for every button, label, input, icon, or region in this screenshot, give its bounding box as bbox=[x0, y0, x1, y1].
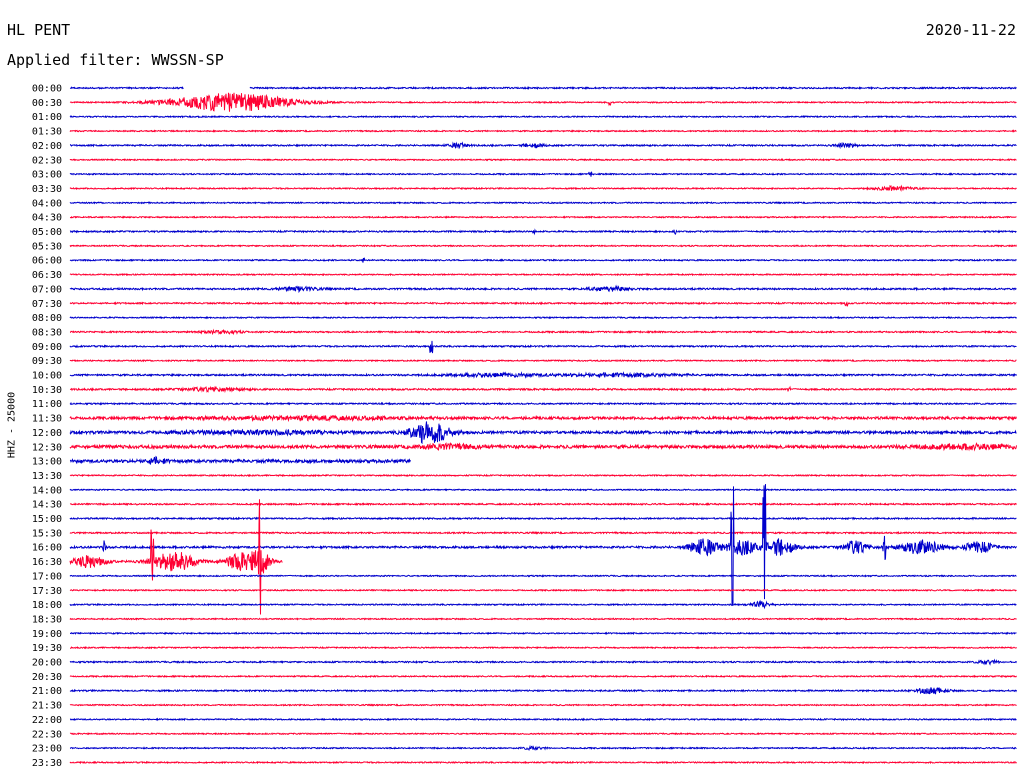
row-time-label: 04:00 bbox=[32, 198, 62, 209]
trace-line bbox=[69, 455, 411, 465]
row-time-label: 07:30 bbox=[32, 299, 62, 310]
trace-line bbox=[69, 687, 1017, 695]
trace-line bbox=[69, 484, 1017, 607]
row-time-label: 15:00 bbox=[32, 514, 62, 525]
trace-line bbox=[69, 473, 1017, 478]
trace-line bbox=[69, 228, 1017, 236]
row-time-label: 05:00 bbox=[32, 227, 62, 238]
trace-line bbox=[69, 617, 1017, 621]
row-time-label: 10:30 bbox=[32, 385, 62, 396]
trace-line bbox=[69, 358, 1017, 363]
trace-line bbox=[69, 760, 1017, 765]
row-time-label: 07:00 bbox=[32, 284, 62, 295]
trace-line bbox=[69, 413, 1017, 423]
trace-line bbox=[69, 516, 1017, 521]
trace-line bbox=[69, 129, 1017, 133]
seismogram-plot: 00:00 00:30 01:00 01:30 02:00 02:30 03:00 03:30… bbox=[32, 84, 1017, 769]
trace-line bbox=[69, 441, 1017, 452]
row-time-label: 00:00 bbox=[32, 84, 62, 95]
trace-line bbox=[69, 114, 1017, 119]
row-time-label: 12:00 bbox=[32, 428, 62, 439]
trace-line bbox=[69, 401, 1017, 406]
row-time-label: 15:30 bbox=[32, 528, 62, 539]
trace-line bbox=[69, 141, 1017, 150]
trace-line bbox=[69, 744, 1017, 752]
row-time-label: 03:00 bbox=[32, 170, 62, 181]
row-time-label: 04:30 bbox=[32, 213, 62, 224]
trace-line bbox=[69, 703, 1017, 707]
row-time-label: 13:30 bbox=[32, 471, 62, 482]
row-time-label: 18:30 bbox=[32, 614, 62, 625]
row-time-label: 10:00 bbox=[32, 371, 62, 382]
trace-line bbox=[69, 717, 1017, 722]
trace-line bbox=[69, 244, 1017, 248]
trace-line bbox=[69, 385, 1017, 394]
trace-line bbox=[69, 499, 283, 615]
trace-line bbox=[69, 599, 1017, 610]
trace-line bbox=[69, 200, 1017, 205]
row-time-label: 11:30 bbox=[32, 414, 62, 425]
row-time-label: 08:30 bbox=[32, 327, 62, 338]
trace-line bbox=[69, 328, 1017, 336]
trace-line bbox=[69, 674, 1017, 679]
trace-line bbox=[69, 421, 1017, 445]
trace-line bbox=[69, 257, 1017, 263]
row-time-label: 09:00 bbox=[32, 342, 62, 353]
trace-line bbox=[69, 530, 1017, 535]
row-time-label: 20:00 bbox=[32, 658, 62, 669]
row-time-label: 02:30 bbox=[32, 155, 62, 166]
row-time-label: 17:00 bbox=[32, 571, 62, 582]
trace-line bbox=[69, 315, 1017, 320]
row-time-label: 21:30 bbox=[32, 701, 62, 712]
trace-line bbox=[70, 645, 1017, 650]
row-time-label: 13:00 bbox=[32, 457, 62, 468]
trace-line bbox=[69, 215, 1017, 219]
trace-line bbox=[69, 284, 1017, 294]
trace-line bbox=[69, 171, 1017, 177]
row-time-label: 20:30 bbox=[32, 672, 62, 683]
row-time-label: 08:00 bbox=[32, 313, 62, 324]
row-time-label: 22:30 bbox=[32, 729, 62, 740]
row-time-label: 09:30 bbox=[32, 356, 62, 367]
row-time-label: 02:00 bbox=[32, 141, 62, 152]
trace-line bbox=[69, 658, 1017, 666]
trace-line bbox=[69, 731, 1017, 736]
row-time-label: 11:00 bbox=[32, 399, 62, 410]
row-time-label: 01:30 bbox=[32, 127, 62, 138]
trace-line bbox=[69, 588, 1017, 593]
row-time-label: 22:00 bbox=[32, 715, 62, 726]
trace-line bbox=[69, 371, 1017, 379]
row-time-label: 12:30 bbox=[32, 442, 62, 453]
row-time-label: 23:30 bbox=[32, 758, 62, 769]
trace-line bbox=[69, 487, 1017, 492]
trace-line bbox=[69, 85, 1017, 91]
row-time-label: 14:30 bbox=[32, 500, 62, 511]
row-time-label: 23:00 bbox=[32, 744, 62, 755]
trace-line bbox=[69, 574, 1017, 578]
row-time-label: 19:30 bbox=[32, 643, 62, 654]
trace-line bbox=[69, 92, 1017, 112]
row-time-label: 00:30 bbox=[32, 98, 62, 109]
row-time-label: 17:30 bbox=[32, 586, 62, 597]
trace-line bbox=[69, 157, 1017, 162]
row-time-label: 16:30 bbox=[32, 557, 62, 568]
row-time-label: 21:00 bbox=[32, 686, 62, 697]
trace-line bbox=[69, 184, 1017, 192]
row-time-label: 06:30 bbox=[32, 270, 62, 281]
row-time-label: 03:30 bbox=[32, 184, 62, 195]
trace-line bbox=[69, 502, 1017, 507]
row-time-label: 14:00 bbox=[32, 485, 62, 496]
row-time-label: 18:00 bbox=[32, 600, 62, 611]
row-time-label: 01:00 bbox=[32, 112, 62, 123]
row-time-label: 16:00 bbox=[32, 543, 62, 554]
trace-line bbox=[70, 631, 1017, 636]
trace-line bbox=[69, 301, 1017, 307]
row-time-label: 06:00 bbox=[32, 256, 62, 267]
trace-line bbox=[69, 340, 1017, 354]
row-time-label: 05:30 bbox=[32, 241, 62, 252]
trace-line bbox=[69, 272, 1017, 277]
row-time-label: 19:00 bbox=[32, 629, 62, 640]
